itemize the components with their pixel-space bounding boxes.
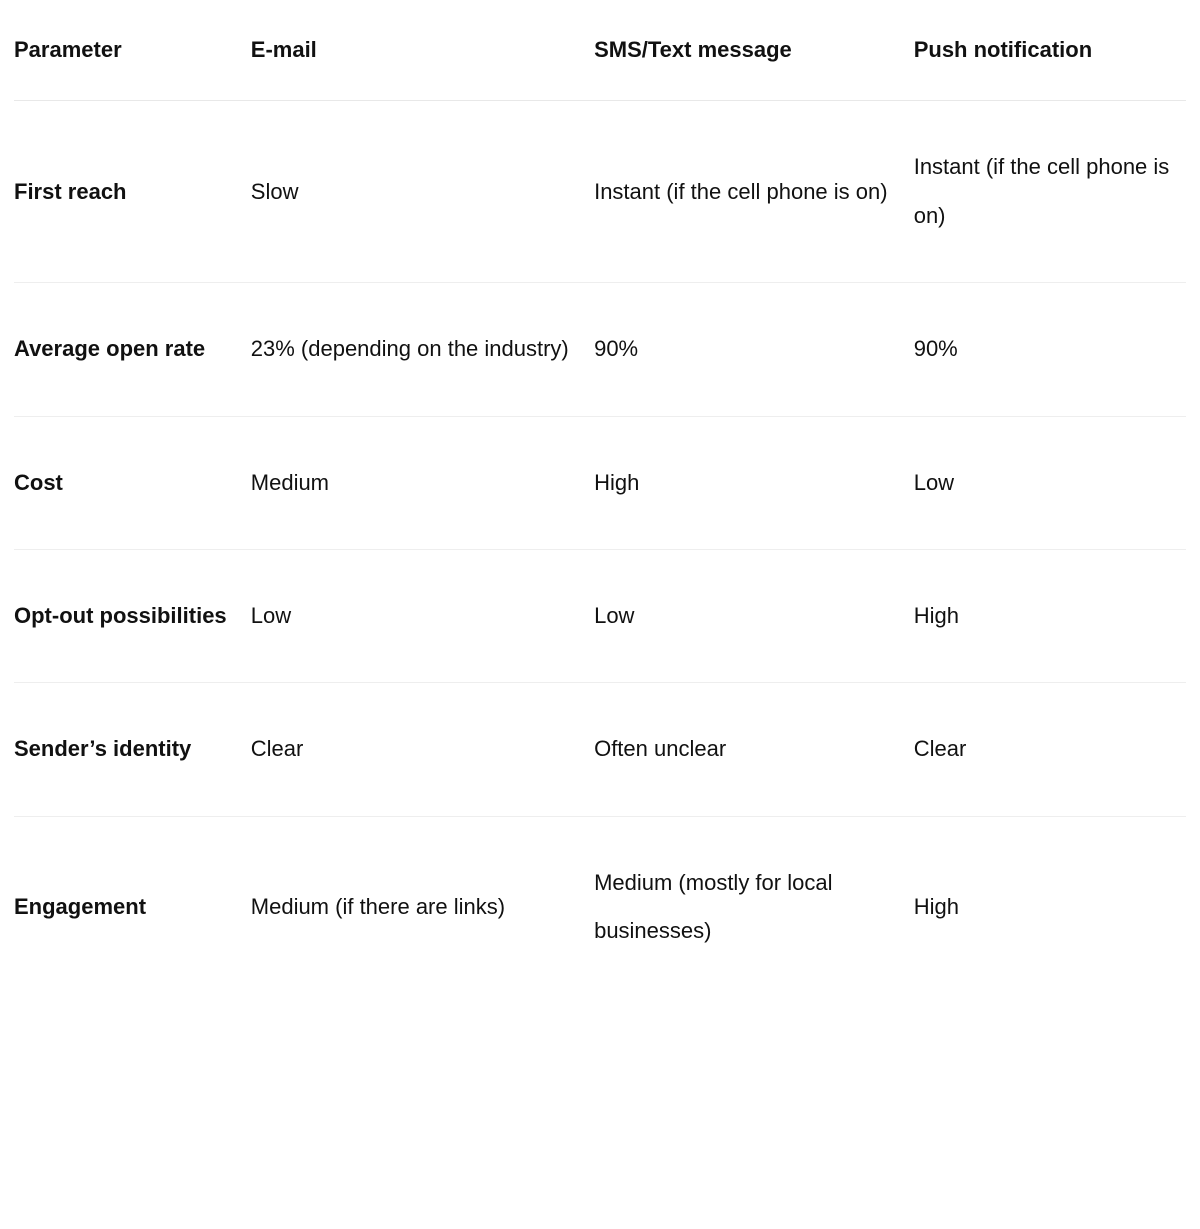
table-header: Parameter E-mail SMS/Text message Push n… xyxy=(14,0,1186,101)
cell-sms: Medium (mostly for local businesses) xyxy=(594,816,914,997)
table-row: Cost Medium High Low xyxy=(14,416,1186,549)
cell-push: Instant (if the cell phone is on) xyxy=(914,101,1186,283)
col-push: Push notification xyxy=(914,0,1186,101)
cell-push: Low xyxy=(914,416,1186,549)
row-param: Engagement xyxy=(14,816,251,997)
table-body: First reach Slow Instant (if the cell ph… xyxy=(14,101,1186,998)
comparison-table: Parameter E-mail SMS/Text message Push n… xyxy=(14,0,1186,998)
col-email: E-mail xyxy=(251,0,594,101)
row-param: Opt-out possibilities xyxy=(14,549,251,682)
cell-email: Clear xyxy=(251,683,594,816)
cell-email: 23% (depending on the industry) xyxy=(251,283,594,416)
row-param: First reach xyxy=(14,101,251,283)
cell-sms: High xyxy=(594,416,914,549)
table-header-row: Parameter E-mail SMS/Text message Push n… xyxy=(14,0,1186,101)
col-parameter: Parameter xyxy=(14,0,251,101)
cell-push: Clear xyxy=(914,683,1186,816)
cell-email: Medium (if there are links) xyxy=(251,816,594,997)
cell-push: High xyxy=(914,816,1186,997)
row-param: Average open rate xyxy=(14,283,251,416)
table-row: Engagement Medium (if there are links) M… xyxy=(14,816,1186,997)
cell-email: Medium xyxy=(251,416,594,549)
cell-sms: Low xyxy=(594,549,914,682)
cell-email: Low xyxy=(251,549,594,682)
table-row: Sender’s identity Clear Often unclear Cl… xyxy=(14,683,1186,816)
row-param: Sender’s identity xyxy=(14,683,251,816)
cell-push: 90% xyxy=(914,283,1186,416)
row-param: Cost xyxy=(14,416,251,549)
cell-sms: Often unclear xyxy=(594,683,914,816)
cell-sms: 90% xyxy=(594,283,914,416)
cell-sms: Instant (if the cell phone is on) xyxy=(594,101,914,283)
table-row: Average open rate 23% (depending on the … xyxy=(14,283,1186,416)
cell-email: Slow xyxy=(251,101,594,283)
table-row: First reach Slow Instant (if the cell ph… xyxy=(14,101,1186,283)
table-row: Opt-out possibilities Low Low High xyxy=(14,549,1186,682)
col-sms: SMS/Text message xyxy=(594,0,914,101)
comparison-table-wrapper: Parameter E-mail SMS/Text message Push n… xyxy=(0,0,1200,998)
cell-push: High xyxy=(914,549,1186,682)
